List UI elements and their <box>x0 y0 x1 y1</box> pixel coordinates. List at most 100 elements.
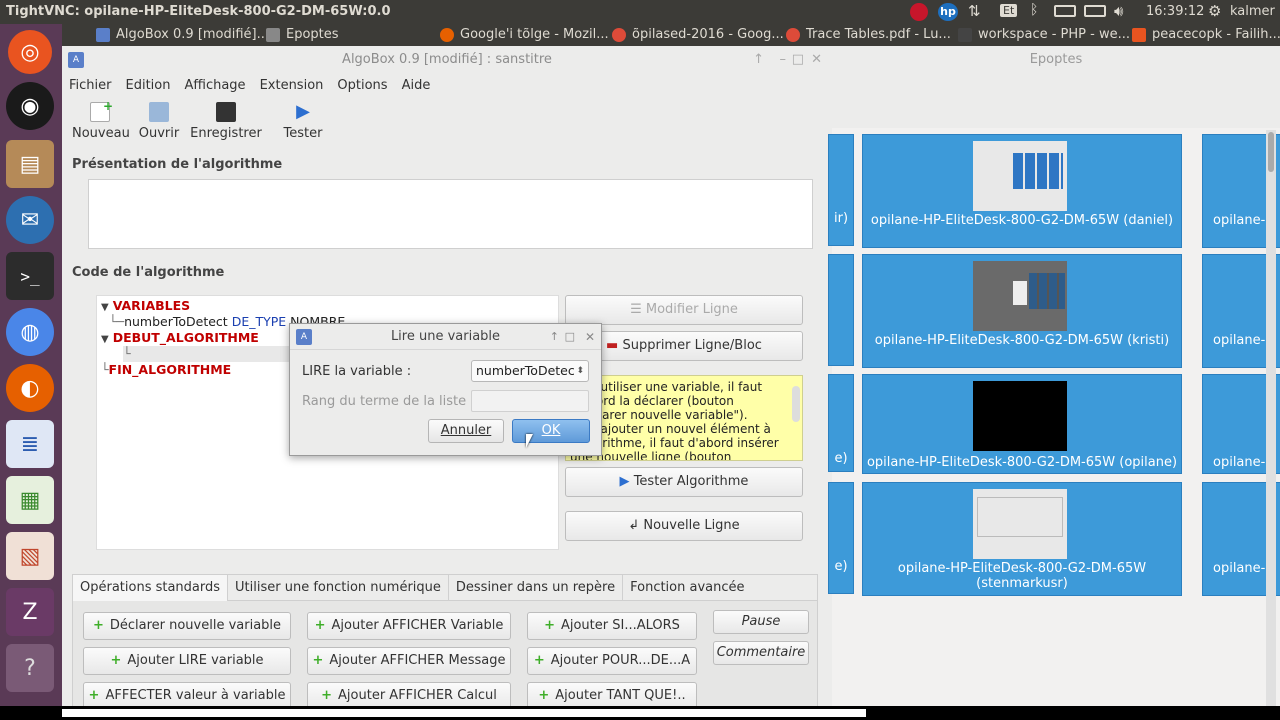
afficher-message-button[interactable]: + Ajouter AFFICHER Message <box>307 647 511 675</box>
client-tile-kristi[interactable]: opilane-HP-EliteDesk-800-G2-DM-65W (kris… <box>862 254 1182 368</box>
client-tile-partial-left[interactable]: e) <box>828 374 854 472</box>
presentation-textarea[interactable] <box>88 179 813 249</box>
file-manager-icon[interactable]: ▤ <box>6 140 54 188</box>
menu-fichier[interactable]: Fichier <box>62 74 119 98</box>
clock[interactable]: 16:39:12 <box>1146 4 1204 19</box>
menu-affichage[interactable]: Affichage <box>177 74 252 98</box>
task-label: AlgoBox 0.9 [modifié]... <box>116 27 270 42</box>
enregistrer-button[interactable]: Enregistrer <box>190 98 262 141</box>
dialog-title: Lire une variable <box>390 329 501 344</box>
vnc-bottom-bar <box>0 706 1280 720</box>
maximize-icon[interactable]: □ <box>792 46 804 74</box>
record-indicator-icon[interactable] <box>910 3 928 21</box>
pour-de-a-button[interactable]: + Ajouter POUR...DE...A <box>527 647 697 675</box>
tree-empty-line-selected[interactable]: └ <box>123 346 291 362</box>
commentaire-button[interactable]: Commentaire <box>713 641 809 665</box>
volume-icon[interactable]: 🔊︎ <box>1114 2 1123 20</box>
afficher-variable-button[interactable]: + Ajouter AFFICHER Variable <box>307 612 511 640</box>
gear-icon[interactable]: ⚙ <box>1208 2 1221 20</box>
menu-options[interactable]: Options <box>330 74 394 98</box>
fin-keyword: FIN_ALGORITHME <box>108 362 232 377</box>
restore-icon[interactable]: – <box>780 46 787 74</box>
save-icon <box>216 102 236 122</box>
tree-fin[interactable]: └FIN_ALGORITHME <box>101 362 231 377</box>
window-title: AlgoBox 0.9 [modifié] : sanstitre <box>342 52 552 67</box>
annuler-button[interactable]: Annuler <box>428 419 504 443</box>
pause-button[interactable]: Pause <box>713 610 809 634</box>
variable-select[interactable]: numberToDetec ⬍ <box>471 360 589 382</box>
task-epoptes[interactable]: Epoptes <box>266 24 339 46</box>
keyboard-layout-indicator[interactable]: Et <box>1000 4 1018 17</box>
filezilla-icon[interactable]: Z <box>6 588 54 636</box>
client-screenshot <box>973 381 1067 451</box>
hp-icon[interactable]: hp <box>938 3 958 21</box>
tab-fonction-avancee[interactable]: Fonction avancée <box>623 575 751 601</box>
tab-dessiner-repere[interactable]: Dessiner dans un repère <box>449 575 624 601</box>
minimize-icon[interactable]: ↑ <box>753 46 764 74</box>
task-algobox[interactable]: AlgoBox 0.9 [modifié]... <box>96 24 269 46</box>
thunderbird-icon[interactable]: ✉ <box>6 196 54 244</box>
tab-fonction-numerique[interactable]: Utiliser une fonction numérique <box>228 575 449 601</box>
display-icon[interactable] <box>1054 5 1076 17</box>
help-line: l'algorithme, il faut d'abord insérer <box>570 436 779 450</box>
menu-edition[interactable]: Edition <box>119 74 178 98</box>
client-tile-opilane[interactable]: opilane-HP-EliteDesk-800-G2-DM-65W (opil… <box>862 374 1182 474</box>
ubuntu-dash-icon[interactable]: ◎ <box>8 30 52 74</box>
si-alors-button[interactable]: + Ajouter SI...ALORS <box>527 612 697 640</box>
nouvelle-ligne-button[interactable]: ↲ Nouvelle Ligne <box>565 511 803 541</box>
task-workspace[interactable]: workspace - PHP - we... <box>958 24 1130 46</box>
epoptes-scrollbar[interactable] <box>1266 130 1276 710</box>
launcher: ◎ ◉ ▤ ✉ >_ ◍ ◐ ≣ ▦ ▧ Z ? <box>0 24 62 720</box>
task-peacecopk[interactable]: peacecopk - Failih... <box>1132 24 1280 46</box>
user-name[interactable]: kalmer <box>1230 4 1275 19</box>
tester-algorithme-button[interactable]: ▶ Tester Algorithme <box>565 467 803 497</box>
tree-variables[interactable]: ▼ VARIABLES <box>101 298 190 313</box>
task-chrome-trace[interactable]: Trace Tables.pdf - Lu... <box>786 24 951 46</box>
task-firefox-translate[interactable]: Google'i tõlge - Mozil... <box>440 24 609 46</box>
bluetooth-icon[interactable]: ᛒ <box>1030 2 1038 18</box>
task-chrome-sheet[interactable]: õpilased-2016 - Goog... <box>612 24 784 46</box>
edit-line-icon: ☰ <box>630 302 642 317</box>
libreoffice-calc-icon[interactable]: ▦ <box>6 476 54 524</box>
client-tile-partial-left[interactable]: e) <box>828 482 854 594</box>
play-icon: ▶ <box>619 474 630 489</box>
client-label: e) <box>834 559 848 574</box>
toolbar-label: Nouveau <box>72 126 130 141</box>
menu-extension[interactable]: Extension <box>253 74 331 98</box>
client-tile-stenmarkusr[interactable]: opilane-HP-EliteDesk-800-G2-DM-65W (sten… <box>862 482 1182 596</box>
ouvrir-button[interactable]: Ouvrir <box>136 98 182 141</box>
dialog-minimize-icon[interactable]: ↑ <box>550 324 559 350</box>
libreoffice-writer-icon[interactable]: ≣ <box>6 420 54 468</box>
tree-debut[interactable]: ▼ DEBUT_ALGORITHME <box>101 330 259 345</box>
nouveau-button[interactable]: + Nouveau <box>72 98 130 141</box>
network-arrows-icon[interactable]: ⇅ <box>968 2 981 20</box>
button-label: AFFECTER valeur à variable <box>105 688 286 703</box>
terminal-icon[interactable]: >_ <box>6 252 54 300</box>
ok-button[interactable]: OK <box>512 419 590 443</box>
declarer-variable-button[interactable]: + Déclarer nouvelle variable <box>83 612 291 640</box>
close-icon[interactable]: ✕ <box>811 46 822 74</box>
debut-keyword: DEBUT_ALGORITHME <box>112 330 259 345</box>
help-scrollbar[interactable] <box>792 386 800 422</box>
tab-operations-standards[interactable]: Opérations standards <box>73 575 229 601</box>
rang-input[interactable] <box>471 390 589 412</box>
battery-icon[interactable] <box>1084 5 1106 17</box>
menu-aide[interactable]: Aide <box>395 74 438 98</box>
dialog-close-icon[interactable]: ✕ <box>585 324 595 350</box>
help-icon[interactable]: ? <box>6 644 54 692</box>
client-label: opilane-HP-EliteDesk-800-G2-DM-65W (kris… <box>874 333 1170 348</box>
client-screenshot <box>973 261 1067 331</box>
horizontal-scrollbar[interactable] <box>62 709 866 717</box>
client-tile-partial-left[interactable]: ir) <box>828 134 854 246</box>
libreoffice-impress-icon[interactable]: ▧ <box>6 532 54 580</box>
client-tile-daniel[interactable]: opilane-HP-EliteDesk-800-G2-DM-65W (dani… <box>862 134 1182 248</box>
camera-app-icon[interactable]: ◉ <box>6 82 54 130</box>
firefox-icon[interactable]: ◐ <box>6 364 54 412</box>
modifier-ligne-button[interactable]: ☰ Modifier Ligne <box>565 295 803 325</box>
ajouter-lire-button[interactable]: + Ajouter LIRE variable <box>83 647 291 675</box>
dialog-maximize-icon[interactable]: □ <box>565 324 575 350</box>
chromium-icon[interactable]: ◍ <box>6 308 54 356</box>
operations-panel: Opérations standards Utiliser une fonctio… <box>72 574 818 720</box>
tester-button[interactable]: ▶ Tester <box>280 98 326 142</box>
client-tile-partial-left[interactable] <box>828 254 854 366</box>
